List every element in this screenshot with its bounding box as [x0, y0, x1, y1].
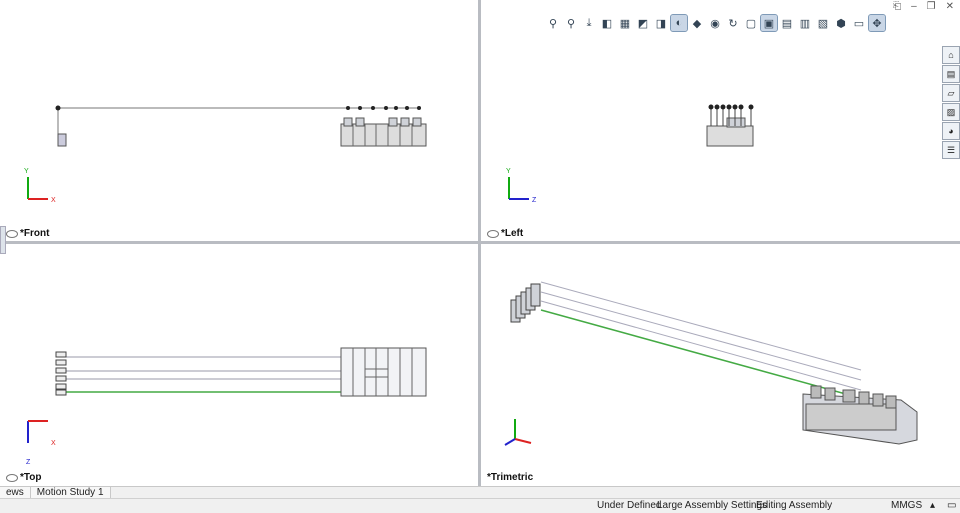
top-view-model: [55, 347, 427, 397]
viewport-label-top: *Top: [6, 472, 41, 483]
display-manager-icon[interactable]: ✥: [868, 14, 886, 32]
viewport-splitter-horizontal[interactable]: [0, 241, 960, 244]
axis-z-label: Z: [26, 459, 31, 466]
maximize-icon[interactable]: ❐: [927, 1, 936, 12]
section-view-icon[interactable]: ◧: [599, 15, 615, 31]
isometric-icon[interactable]: ⬢: [833, 15, 849, 31]
axis-triad-icon: [504, 419, 532, 446]
custom-properties-icon[interactable]: ☰: [942, 141, 960, 159]
appearances-icon[interactable]: ◕: [942, 122, 960, 140]
large-assembly-settings[interactable]: Large Assembly Settings: [657, 499, 767, 513]
comments-icon[interactable]: ▭: [947, 499, 956, 513]
axis-z-label: Z: [532, 197, 537, 204]
restore-pane-icon[interactable]: ⎗: [893, 1, 901, 12]
axis-triad-icon: [27, 420, 48, 443]
view-settings-icon[interactable]: ▭: [851, 15, 867, 31]
view-palette-icon[interactable]: ▨: [942, 103, 960, 121]
viewport-front[interactable]: Y X *Front: [0, 0, 478, 241]
axis-x-label: X: [51, 440, 56, 447]
viewport-title: *Left: [501, 228, 524, 239]
units-selector[interactable]: MMGS: [891, 499, 922, 513]
definition-status: Under Defined: [597, 500, 662, 511]
single-view-icon[interactable]: ▢: [743, 15, 759, 31]
edit-appearance-icon[interactable]: ◆: [689, 15, 705, 31]
task-pane-tabs: ⌂ ▤ ▱ ▨ ◕ ☰: [942, 46, 960, 159]
panel-grip-handle[interactable]: [0, 226, 6, 254]
design-library-icon[interactable]: ▤: [942, 65, 960, 83]
viewport-label-front: *Front: [6, 228, 49, 239]
file-explorer-icon[interactable]: ▱: [942, 84, 960, 102]
viewport-title: *Trimetric: [487, 472, 534, 483]
dynamic-annotation-icon[interactable]: ▦: [617, 15, 633, 31]
window-controls: ⎗ – ❐ ✕: [893, 1, 954, 12]
units-dropdown-icon[interactable]: ▴: [930, 499, 935, 513]
apply-scene-icon[interactable]: ◉: [707, 15, 723, 31]
zoom-to-fit-icon[interactable]: ⚲: [545, 15, 561, 31]
hide-show-icon[interactable]: ◐: [670, 14, 688, 32]
viewport-label-left: *Left: [487, 228, 523, 239]
view-orientation-icon[interactable]: ◩: [635, 15, 651, 31]
viewport-label-trimetric: *Trimetric: [487, 472, 533, 483]
viewport-left[interactable]: Y Z *Left: [481, 0, 960, 241]
minimize-icon[interactable]: –: [911, 1, 917, 12]
axis-y-label: Y: [506, 168, 511, 175]
heads-up-view-toolbar: ⚲ ⚲ ⤓ ◧ ▦ ◩ ◨ ◐ ◆ ◉ ↻ ▢ ▣ ▤ ▥ ▧ ⬢ ▭ ✥: [545, 14, 886, 32]
link-views-icon[interactable]: ▧: [815, 15, 831, 31]
home-icon[interactable]: ⌂: [942, 46, 960, 64]
axis-y-label: Y: [24, 168, 29, 175]
two-view-horizontal-icon[interactable]: ▤: [779, 15, 795, 31]
viewport-title: *Top: [20, 472, 42, 483]
close-icon[interactable]: ✕: [946, 1, 954, 12]
display-style-icon[interactable]: ◨: [653, 15, 669, 31]
zoom-to-area-icon[interactable]: ⚲: [563, 15, 579, 31]
previous-view-icon[interactable]: ⤓: [581, 15, 597, 31]
view-eye-icon: [6, 473, 18, 482]
viewport-title: *Front: [20, 228, 50, 239]
editing-mode: Editing Assembly: [756, 500, 833, 511]
viewport-trimetric[interactable]: *Trimetric: [481, 244, 960, 485]
trimetric-view-model: [510, 281, 918, 445]
front-view-model: [55, 105, 427, 147]
four-view-icon[interactable]: ▣: [760, 14, 778, 32]
view-eye-icon: [487, 229, 499, 238]
rotate-icon[interactable]: ↻: [725, 15, 741, 31]
two-view-vertical-icon[interactable]: ▥: [797, 15, 813, 31]
status-bar: Under Defined Large Assembly Settings Ed…: [0, 498, 960, 513]
axis-x-label: X: [51, 197, 56, 204]
viewport-top[interactable]: Z X *Top: [0, 244, 478, 485]
left-view-model: [706, 104, 754, 147]
view-eye-icon: [6, 229, 18, 238]
